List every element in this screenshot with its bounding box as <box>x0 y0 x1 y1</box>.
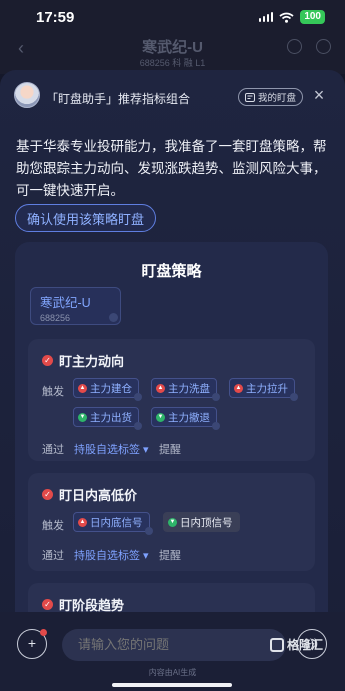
status-icons: 100 <box>258 10 325 24</box>
watermark-logo-icon <box>270 637 284 652</box>
up-arrow-icon: ▲ <box>234 383 243 393</box>
section-title: 盯日内高低价 <box>59 488 138 503</box>
watch-list-icon <box>245 92 255 102</box>
question-input[interactable] <box>62 629 286 661</box>
tag-main-washout[interactable]: ▲ 主力洗盘 <box>151 378 220 401</box>
check-icon[interactable]: ✓ <box>42 355 53 366</box>
status-bar: 17:59 100 <box>0 0 345 34</box>
down-arrow-icon: ▼ <box>156 412 165 422</box>
panel-header: 「盯盘助手」推荐指标组合 我的盯盘 × <box>0 70 345 124</box>
stock-code: 688256 <box>40 313 71 323</box>
down-arrow-icon: ▼ <box>168 517 177 527</box>
intro-text: 基于华泰专业投研能力，我准备了一套盯盘策略，帮助您跟踪主力动向、发现涨跌趋势、监… <box>16 139 327 198</box>
cellular-signal-icon <box>258 12 274 22</box>
wifi-icon <box>279 12 294 23</box>
confirm-strategy-button[interactable]: 确认使用该策略盯盘 <box>15 204 157 232</box>
assistant-avatar <box>14 82 40 108</box>
watermark: 格隆汇 <box>270 636 323 653</box>
check-icon[interactable]: ✓ <box>42 489 53 500</box>
via-label: 通过 <box>42 444 64 456</box>
panel-title: 「盯盘助手」推荐指标组合 <box>46 92 191 106</box>
strategy-card: 盯盘策略 寒武纪-U 688256 ✓ 盯主力动向 触发 ▲ 主力建仓 ▲ 主力… <box>15 242 328 662</box>
tag-main-buildup[interactable]: ▲ 主力建仓 <box>73 378 142 401</box>
stock-chip[interactable]: 寒武纪-U 688256 <box>30 287 121 325</box>
tag-intraday-top[interactable]: ▼ 日内顶信号 <box>163 512 240 532</box>
selected-corner-icon <box>109 313 118 322</box>
trigger-label: 触发 <box>42 520 64 532</box>
tag-main-pullup[interactable]: ▲ 主力拉升 <box>229 378 298 401</box>
new-chat-icon[interactable]: + <box>17 629 47 659</box>
ai-note: 内容由AI生成 <box>148 668 197 677</box>
remind-label: 提醒 <box>159 550 181 562</box>
section-main-force: ✓ 盯主力动向 触发 ▲ 主力建仓 ▲ 主力洗盘 ▲ 主力拉升 ▼ 主力出货 ▼ <box>28 339 315 461</box>
status-time: 17:59 <box>36 8 75 26</box>
section-intraday: ✓ 盯日内高低价 触发 ▲ 日内底信号 ▼ 日内顶信号 通过 持股自选标签 ▾ … <box>28 473 315 571</box>
battery-icon: 100 <box>300 10 325 24</box>
up-arrow-icon: ▲ <box>78 517 87 527</box>
home-indicator <box>112 683 232 687</box>
notify-channel-select[interactable]: 持股自选标签 ▾ <box>74 441 149 457</box>
stock-name: 寒武纪-U <box>40 296 91 310</box>
underlying-header: ‹ 寒武纪-U 688256 科 融 L1 <box>0 34 345 74</box>
tag-main-retreat[interactable]: ▼ 主力撤退 <box>151 407 220 430</box>
up-arrow-icon: ▲ <box>78 383 87 393</box>
notify-channel-select[interactable]: 持股自选标签 ▾ <box>74 547 149 563</box>
watch-assistant-panel: 「盯盘助手」推荐指标组合 我的盯盘 × 基于华泰专业投研能力，我准备了一套盯盘策… <box>0 70 345 691</box>
close-icon[interactable]: × <box>310 86 328 104</box>
add-icon <box>316 39 331 54</box>
up-arrow-icon: ▲ <box>156 383 165 393</box>
strategy-title: 盯盘策略 <box>141 263 202 280</box>
via-label: 通过 <box>42 550 64 562</box>
remind-label: 提醒 <box>159 444 181 456</box>
tag-intraday-bottom[interactable]: ▲ 日内底信号 <box>73 512 153 535</box>
underlying-subtitle: 688256 科 融 L1 <box>139 58 206 68</box>
section-title: 盯主力动向 <box>59 354 125 369</box>
trigger-label: 触发 <box>42 386 64 398</box>
check-icon[interactable]: ✓ <box>42 599 53 610</box>
my-watch-button[interactable]: 我的盯盘 <box>238 88 304 106</box>
tag-main-distribution[interactable]: ▼ 主力出货 <box>73 407 142 430</box>
down-arrow-icon: ▼ <box>78 412 87 422</box>
refresh-icon <box>287 39 302 54</box>
my-watch-label: 我的盯盘 <box>258 93 297 104</box>
